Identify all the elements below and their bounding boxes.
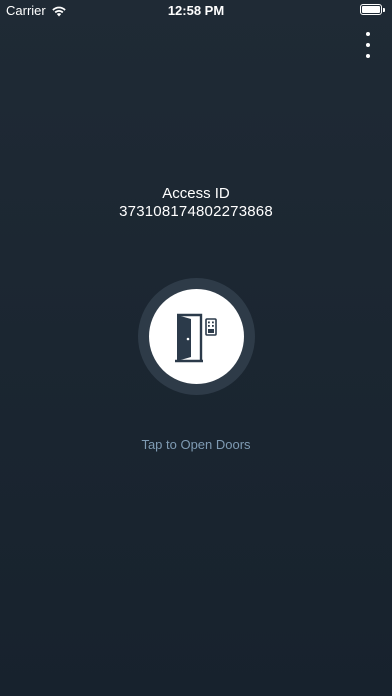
access-id-value: 373108174802273868 (119, 203, 273, 220)
access-id-block: Access ID 373108174802273868 (0, 185, 392, 221)
more-vertical-icon-dot (366, 32, 370, 36)
more-vertical-icon-dot (366, 54, 370, 58)
status-bar: Carrier 12:58 PM (0, 0, 392, 20)
access-id-label: Access ID (162, 185, 230, 202)
battery-icon (360, 4, 385, 15)
door-keypad-icon (174, 313, 217, 362)
more-options-button[interactable] (360, 32, 376, 58)
status-time: 12:58 PM (167, 3, 225, 18)
more-vertical-icon-dot (366, 43, 370, 47)
open-doors-caption: Tap to Open Doors (141, 437, 251, 452)
battery-level (362, 6, 380, 13)
open-doors-button[interactable] (149, 289, 244, 384)
